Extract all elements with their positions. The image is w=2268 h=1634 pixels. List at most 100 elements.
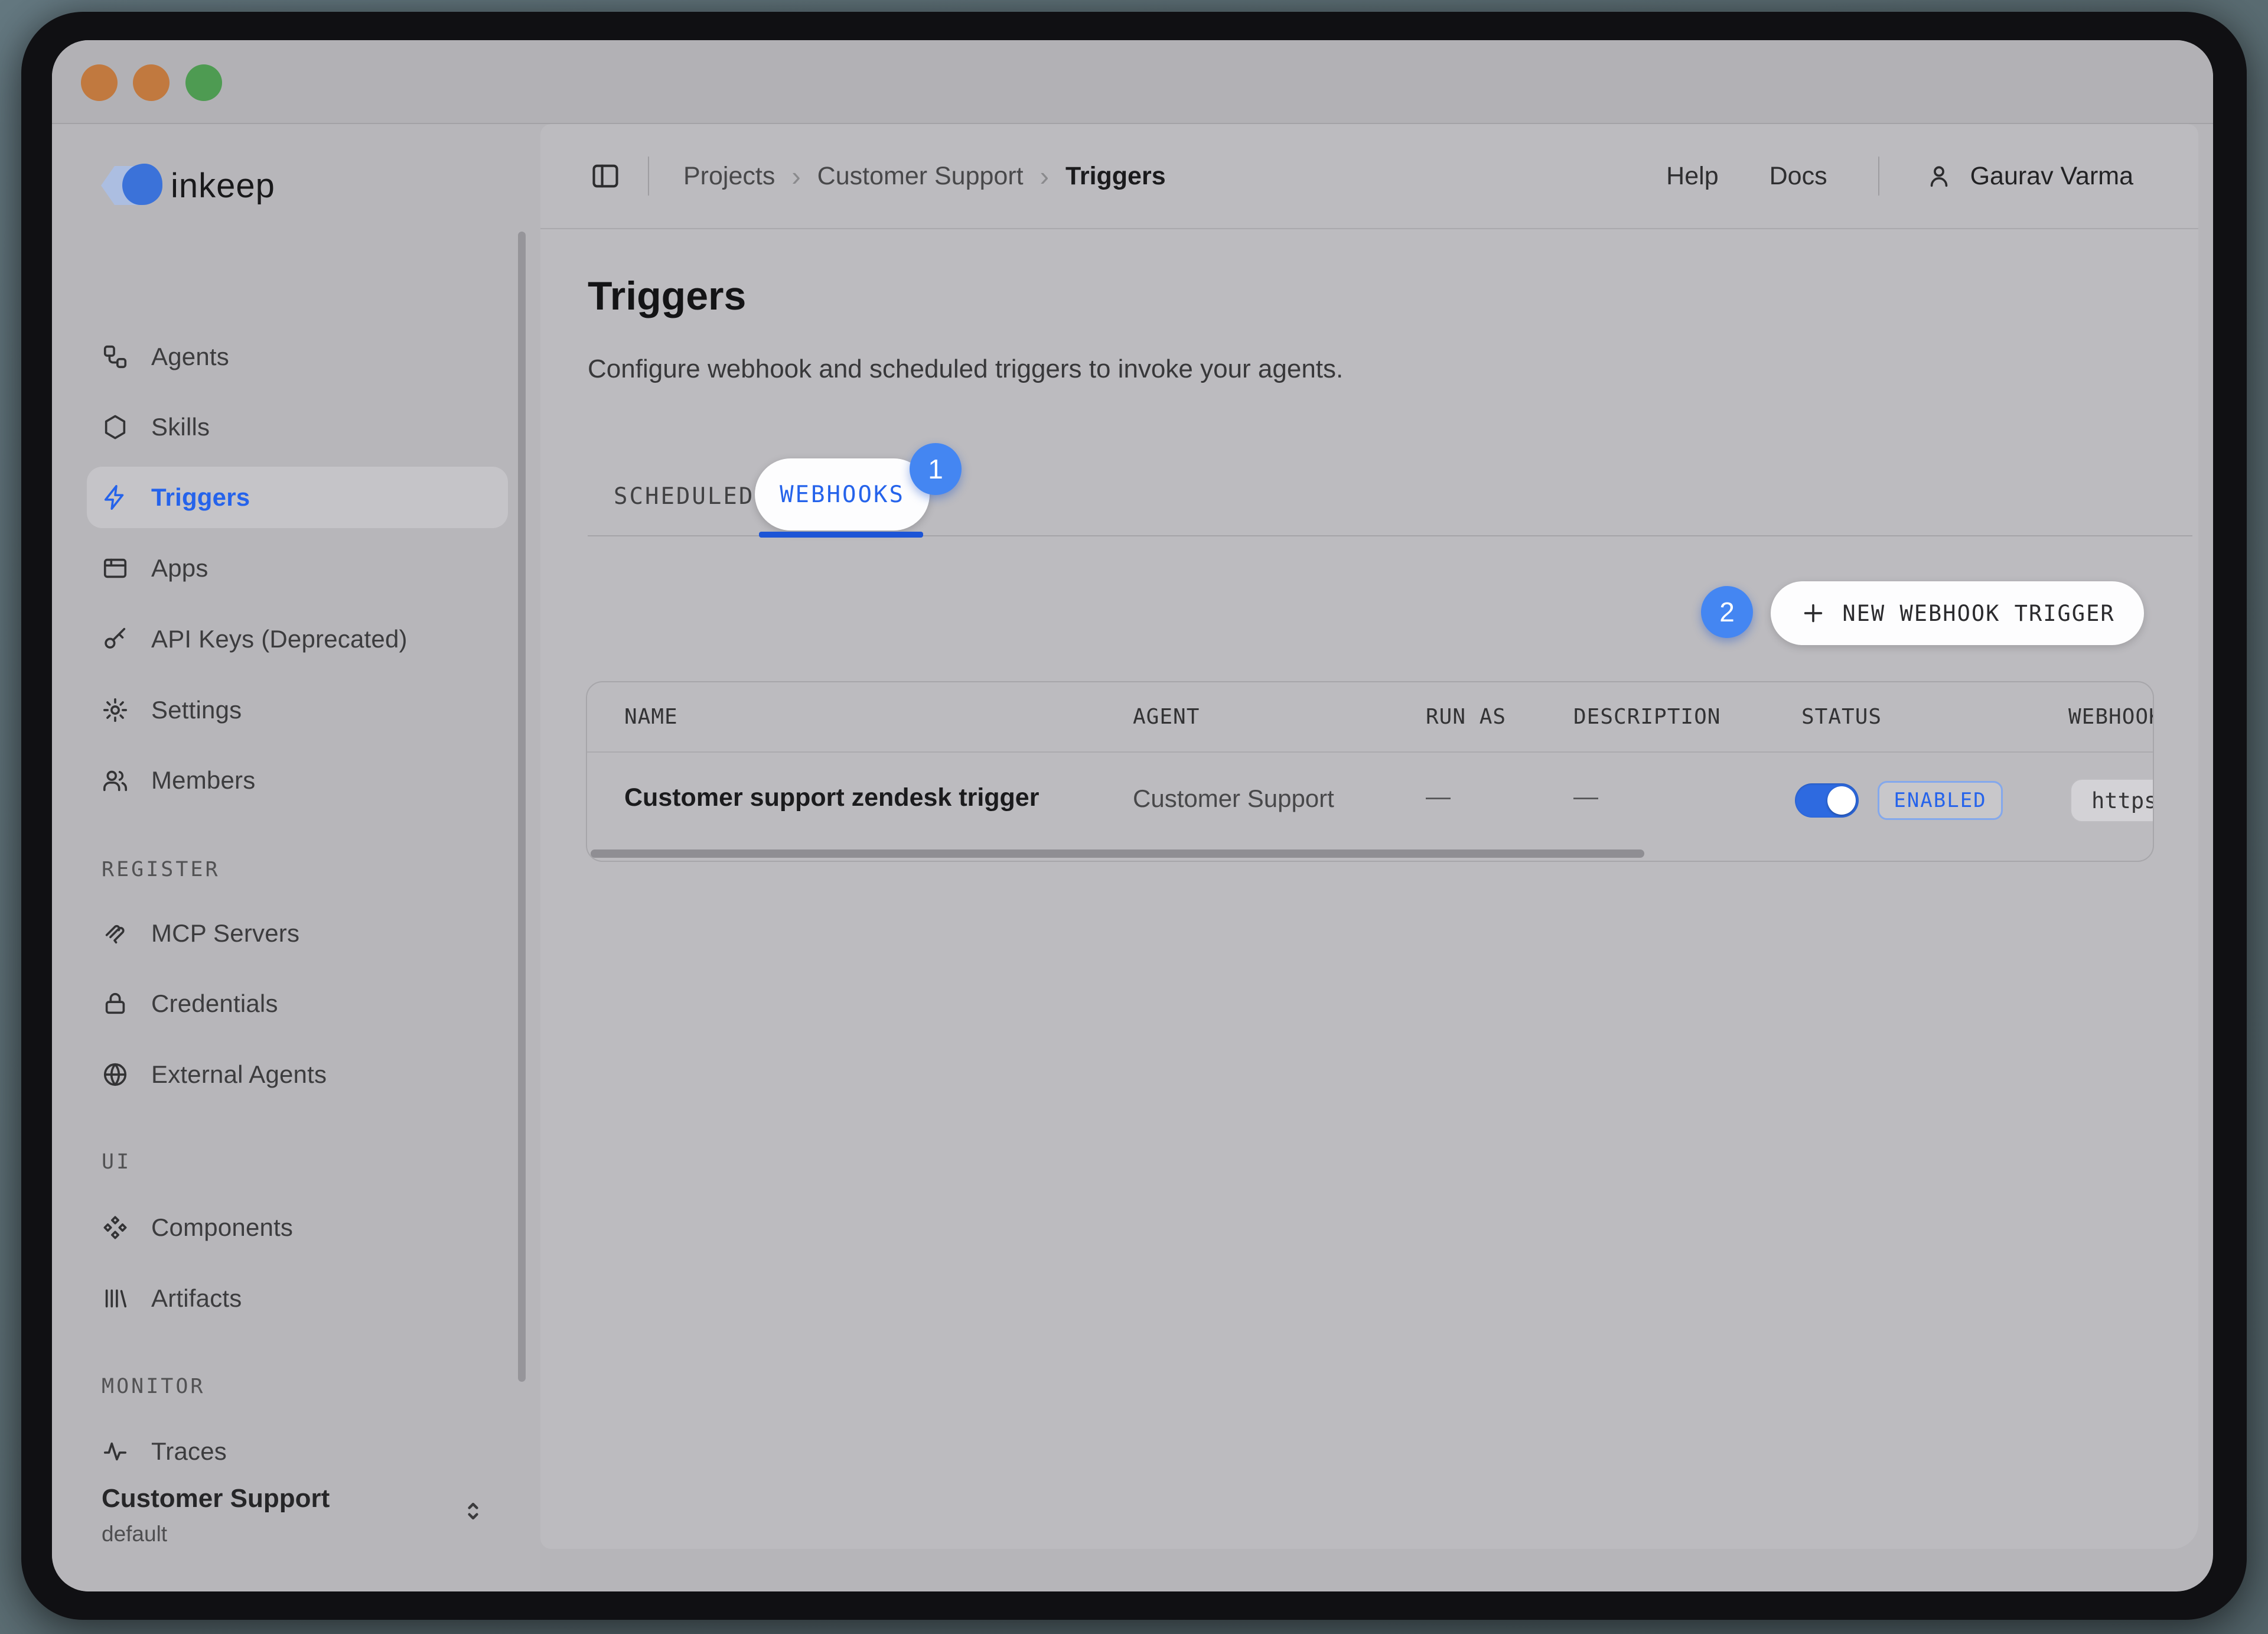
trigger-agent-cell: Customer Support: [1133, 785, 1334, 813]
toggle-knob: [1827, 786, 1856, 815]
sidebar-item-label: Traces: [151, 1437, 227, 1466]
sidebar-toggle-icon[interactable]: [590, 161, 621, 191]
sidebar-item-label: Settings: [151, 696, 242, 724]
table-horizontal-scrollbar[interactable]: [591, 849, 1644, 858]
desktop-background: inkeep Agents Skills Triggers Apps API K…: [0, 0, 2268, 1634]
new-webhook-trigger-button[interactable]: NEW WEBHOOK TRIGGER: [1771, 581, 2144, 645]
gear-icon: [102, 696, 129, 724]
users-icon: [102, 767, 129, 794]
sidebar-item-label: Credentials: [151, 989, 278, 1018]
sidebar-item-label: External Agents: [151, 1060, 327, 1089]
sidebar-section-register: REGISTER: [102, 858, 220, 881]
sidebar-item-label: Members: [151, 766, 255, 795]
components-icon: [102, 1214, 129, 1241]
status-badge: ENABLED: [1878, 781, 2003, 820]
tab-webhooks[interactable]: WEBHOOKS: [755, 458, 930, 530]
breadcrumb-customer-support[interactable]: Customer Support: [817, 162, 1024, 191]
activity-icon: [102, 1438, 129, 1465]
sidebar-item-credentials[interactable]: Credentials: [66, 973, 527, 1034]
user-name: Gaurav Varma: [1970, 162, 2133, 191]
minimize-window-button[interactable]: [133, 64, 170, 101]
column-header-agent: AGENT: [1133, 705, 1200, 729]
inkeep-logo-text: inkeep: [171, 166, 275, 206]
sidebar-section-monitor: MONITOR: [102, 1375, 206, 1398]
project-switcher[interactable]: Customer Support default: [52, 1467, 540, 1591]
sidebar-item-label: Skills: [151, 413, 210, 441]
webhook-url-value: https: [2091, 788, 2154, 813]
sidebar-item-label: Artifacts: [151, 1284, 242, 1313]
webhook-url-chip: https: [2070, 779, 2154, 822]
column-header-status: STATUS: [1801, 705, 1882, 729]
column-header-description: DESCRIPTION: [1573, 705, 1720, 729]
artifacts-icon: [102, 1285, 129, 1312]
column-header-name: NAME: [624, 705, 678, 729]
description-cell: —: [1573, 782, 1598, 811]
new-webhook-trigger-label: NEW WEBHOOK TRIGGER: [1842, 601, 2114, 626]
sidebar-section-ui: UI: [102, 1150, 131, 1174]
sidebar-item-label: API Keys (Deprecated): [151, 625, 408, 653]
table-header: NAME AGENT RUN AS DESCRIPTION STATUS WEB…: [587, 682, 2153, 753]
main-panel: Projects › Customer Support › Triggers H…: [540, 124, 2198, 1549]
sidebar-item-artifacts[interactable]: Artifacts: [66, 1268, 527, 1329]
plus-icon: [1800, 600, 1827, 627]
sidebar-item-skills[interactable]: Skills: [66, 396, 527, 458]
trigger-name-cell: Customer support zendesk trigger: [624, 783, 1039, 812]
hexagon-icon: [102, 414, 129, 441]
sidebar-item-triggers[interactable]: Triggers: [87, 467, 508, 528]
mcp-icon: [102, 920, 129, 947]
workflow-icon: [102, 343, 129, 370]
breadcrumb-triggers: Triggers: [1065, 162, 1166, 191]
breadcrumb-projects[interactable]: Projects: [683, 162, 775, 191]
sidebar-item-apps[interactable]: Apps: [66, 538, 527, 599]
titlebar: [52, 40, 2213, 124]
sidebar: inkeep Agents Skills Triggers Apps API K…: [52, 124, 540, 1591]
globe-icon: [102, 1061, 129, 1088]
column-header-webhook-url: WEBHOOK URL: [2068, 705, 2154, 729]
inkeep-logo[interactable]: inkeep: [101, 163, 275, 208]
sidebar-item-api-keys[interactable]: API Keys (Deprecated): [66, 608, 527, 670]
zoom-window-button[interactable]: [185, 64, 222, 101]
annotation-badge-1: 1: [910, 443, 962, 495]
user-icon: [1925, 162, 1953, 190]
active-tab-indicator: [759, 532, 923, 538]
page-title: Triggers: [588, 273, 746, 319]
sidebar-scrollbar[interactable]: [518, 232, 526, 1382]
sidebar-item-components[interactable]: Components: [66, 1197, 527, 1258]
table-row[interactable]: Customer support zendesk trigger Custome…: [587, 753, 2153, 850]
sidebar-item-label: MCP Servers: [151, 919, 299, 948]
breadcrumb: Projects › Customer Support › Triggers: [683, 160, 1166, 192]
header-divider: [1878, 157, 1879, 196]
column-header-run-as: RUN AS: [1426, 705, 1506, 729]
run-as-cell: —: [1426, 782, 1451, 811]
page-subtitle: Configure webhook and scheduled triggers…: [588, 354, 1343, 384]
inkeep-logo-icon: [101, 164, 162, 207]
project-graph: default: [102, 1522, 167, 1547]
help-link[interactable]: Help: [1666, 162, 1718, 191]
sidebar-item-label: Apps: [151, 554, 208, 582]
sidebar-item-mcp-servers[interactable]: MCP Servers: [66, 903, 527, 964]
tabs: SCHEDULED WEBHOOKS: [588, 458, 2192, 536]
sidebar-item-agents[interactable]: Agents: [66, 326, 527, 388]
triggers-table: NAME AGENT RUN AS DESCRIPTION STATUS WEB…: [586, 681, 2154, 862]
sidebar-item-label: Triggers: [151, 483, 250, 512]
annotation-badge-2: 2: [1701, 586, 1753, 638]
panel-header: Projects › Customer Support › Triggers H…: [540, 124, 2198, 229]
sidebar-item-members[interactable]: Members: [66, 750, 527, 811]
close-window-button[interactable]: [81, 64, 118, 101]
tab-scheduled[interactable]: SCHEDULED: [614, 483, 754, 510]
zap-icon: [102, 484, 129, 511]
lock-icon: [102, 990, 129, 1017]
user-menu[interactable]: Gaurav Varma: [1925, 162, 2133, 191]
app-window: inkeep Agents Skills Triggers Apps API K…: [52, 40, 2213, 1591]
sidebar-item-settings[interactable]: Settings: [66, 679, 527, 741]
app-window-icon: [102, 555, 129, 582]
sidebar-item-label: Agents: [151, 343, 229, 371]
sidebar-item-label: Components: [151, 1213, 293, 1242]
status-toggle[interactable]: [1795, 783, 1859, 818]
sidebar-item-external-agents[interactable]: External Agents: [66, 1044, 527, 1105]
key-icon: [102, 626, 129, 653]
breadcrumb-separator-icon: ›: [791, 160, 800, 192]
docs-link[interactable]: Docs: [1770, 162, 1827, 191]
project-name: Customer Support: [102, 1484, 330, 1513]
breadcrumb-separator-icon: ›: [1040, 160, 1049, 192]
